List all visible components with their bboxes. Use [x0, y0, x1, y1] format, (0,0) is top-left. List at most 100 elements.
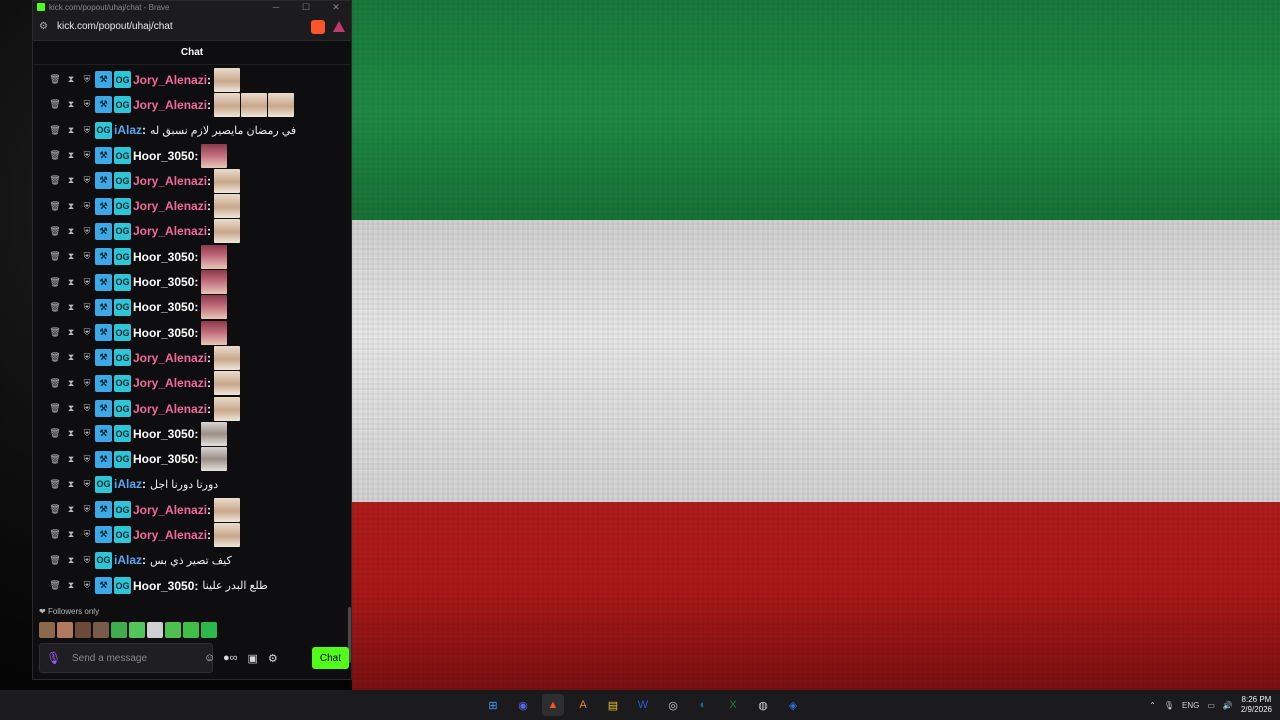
username[interactable]: Hoor_3050	[133, 452, 194, 466]
ban-shield-icon[interactable]: ⛨	[79, 378, 95, 389]
timeout-icon[interactable]: ⧗	[63, 99, 79, 110]
delete-message-icon[interactable]: 🗑	[47, 555, 63, 566]
ban-shield-icon[interactable]: ⛨	[79, 175, 95, 186]
delete-message-icon[interactable]: 🗑	[47, 226, 63, 237]
word-app-icon[interactable]: W	[632, 694, 654, 716]
ban-shield-icon[interactable]: ⛨	[79, 251, 95, 262]
username[interactable]: iAlaz	[114, 123, 142, 137]
timeout-icon[interactable]: ⧗	[63, 226, 79, 237]
message-input[interactable]	[72, 652, 204, 664]
timeout-icon[interactable]: ⧗	[63, 125, 79, 136]
quick-emote[interactable]	[93, 622, 109, 638]
username[interactable]: Hoor_3050	[133, 149, 194, 163]
quick-emote[interactable]	[165, 622, 181, 638]
chrome-like-icon[interactable]: ◍	[752, 694, 774, 716]
chat-message-list[interactable]: 🗑 ⧗ ⛨ ⚒ OG Jory_Alenazi: 🗑 ⧗ ⛨ ⚒ OG Jory_Alenazi: 🗑 ⧗…	[33, 67, 349, 603]
ban-shield-icon[interactable]: ⛨	[79, 555, 95, 566]
username[interactable]: Hoor_3050	[133, 250, 194, 264]
quick-emote[interactable]	[201, 622, 217, 638]
username[interactable]: Hoor_3050	[133, 579, 194, 593]
delete-message-icon[interactable]: 🗑	[47, 479, 63, 490]
timeout-icon[interactable]: ⧗	[63, 150, 79, 161]
url-text[interactable]: kick.com/popout/uhaj/chat	[57, 21, 305, 32]
delete-message-icon[interactable]: 🗑	[47, 403, 63, 414]
timeout-icon[interactable]: ⧗	[63, 175, 79, 186]
username[interactable]: Jory_Alenazi	[133, 503, 207, 517]
ban-shield-icon[interactable]: ⛨	[79, 479, 95, 490]
quick-emote[interactable]	[111, 622, 127, 638]
network-icon[interactable]: ▭	[1207, 701, 1215, 710]
timeout-icon[interactable]: ⧗	[63, 454, 79, 465]
username[interactable]: Jory_Alenazi	[133, 73, 207, 87]
delete-message-icon[interactable]: 🗑	[47, 378, 63, 389]
timeout-icon[interactable]: ⧗	[63, 201, 79, 212]
username[interactable]: Jory_Alenazi	[133, 174, 207, 188]
obs-icon[interactable]: ◎	[662, 694, 684, 716]
close-icon[interactable]: ✕	[321, 2, 351, 13]
username[interactable]: Hoor_3050	[133, 275, 194, 289]
username[interactable]: Jory_Alenazi	[133, 528, 207, 542]
quick-emote[interactable]	[147, 622, 163, 638]
timeout-icon[interactable]: ⧗	[63, 302, 79, 313]
browser-blue-icon[interactable]: ◈	[782, 694, 804, 716]
timeout-icon[interactable]: ⧗	[63, 277, 79, 288]
username[interactable]: Hoor_3050	[133, 326, 194, 340]
excel-icon[interactable]: X	[722, 694, 744, 716]
quick-emote[interactable]	[183, 622, 199, 638]
ban-shield-icon[interactable]: ⛨	[79, 99, 95, 110]
delete-message-icon[interactable]: 🗑	[47, 277, 63, 288]
username[interactable]: iAlaz	[114, 553, 142, 567]
quick-emote[interactable]	[129, 622, 145, 638]
brave-icon[interactable]: ▲	[542, 694, 564, 716]
delete-message-icon[interactable]: 🗑	[47, 327, 63, 338]
quick-emote[interactable]	[57, 622, 73, 638]
brave-rewards-icon[interactable]	[333, 21, 345, 32]
timeout-icon[interactable]: ⧗	[63, 580, 79, 591]
maximize-icon[interactable]: ☐	[291, 2, 321, 13]
username[interactable]: Jory_Alenazi	[133, 376, 207, 390]
timeout-icon[interactable]: ⧗	[63, 352, 79, 363]
send-chat-button[interactable]: Chat	[311, 647, 349, 669]
timeout-icon[interactable]: ⧗	[63, 504, 79, 515]
username[interactable]: iAlaz	[114, 477, 142, 491]
site-settings-icon[interactable]: ⚙	[39, 21, 51, 32]
delete-message-icon[interactable]: 🗑	[47, 428, 63, 439]
ban-shield-icon[interactable]: ⛨	[79, 201, 95, 212]
ban-shield-icon[interactable]: ⛨	[79, 327, 95, 338]
username[interactable]: Jory_Alenazi	[133, 199, 207, 213]
ban-shield-icon[interactable]: ⛨	[79, 74, 95, 85]
username[interactable]: Jory_Alenazi	[133, 224, 207, 238]
ban-shield-icon[interactable]: ⛨	[79, 352, 95, 363]
quick-emote[interactable]	[75, 622, 91, 638]
username[interactable]: Hoor_3050	[133, 300, 194, 314]
delete-message-icon[interactable]: 🗑	[47, 201, 63, 212]
username[interactable]: Jory_Alenazi	[133, 98, 207, 112]
emoji-picker-icon[interactable]: ☺	[204, 652, 215, 664]
delete-message-icon[interactable]: 🗑	[47, 454, 63, 465]
delete-message-icon[interactable]: 🗑	[47, 352, 63, 363]
delete-message-icon[interactable]: 🗑	[47, 74, 63, 85]
clock[interactable]: 8:26 PM 2/9/2026	[1241, 695, 1272, 715]
store-icon[interactable]: ▣	[248, 652, 258, 665]
ban-shield-icon[interactable]: ⛨	[79, 428, 95, 439]
timeout-icon[interactable]: ⧗	[63, 251, 79, 262]
file-explorer-icon[interactable]: ▤	[602, 694, 624, 716]
message-input-box[interactable]: 🎙 ☺	[39, 643, 215, 673]
username[interactable]: Jory_Alenazi	[133, 402, 207, 416]
delete-message-icon[interactable]: 🗑	[47, 504, 63, 515]
windows-start-icon[interactable]: ⊞	[482, 694, 504, 716]
ban-shield-icon[interactable]: ⛨	[79, 529, 95, 540]
username[interactable]: Jory_Alenazi	[133, 351, 207, 365]
delete-message-icon[interactable]: 🗑	[47, 302, 63, 313]
delete-message-icon[interactable]: 🗑	[47, 175, 63, 186]
timeout-icon[interactable]: ⧗	[63, 555, 79, 566]
volume-icon[interactable]: 🔊	[1223, 701, 1233, 710]
quick-emote[interactable]	[39, 622, 55, 638]
chevron-up-icon[interactable]: ⌃	[1149, 701, 1156, 710]
timeout-icon[interactable]: ⧗	[63, 74, 79, 85]
microphone-tray-icon[interactable]: 🎙	[1164, 701, 1174, 710]
ban-shield-icon[interactable]: ⛨	[79, 403, 95, 414]
delete-message-icon[interactable]: 🗑	[47, 251, 63, 262]
timeout-icon[interactable]: ⧗	[63, 403, 79, 414]
brave-shield-icon[interactable]	[311, 19, 325, 34]
